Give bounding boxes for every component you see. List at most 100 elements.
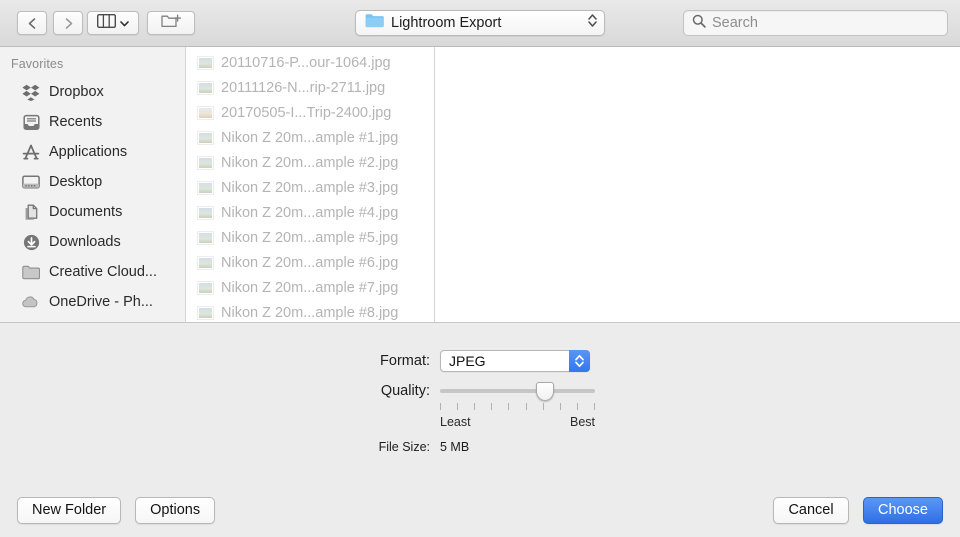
sidebar-item-label: Creative Cloud... (49, 264, 157, 280)
sidebar-item-downloads[interactable]: Downloads (0, 227, 185, 257)
list-item[interactable]: Nikon Z 20m...ample #3.jpg (186, 175, 434, 200)
dropbox-icon (22, 83, 40, 101)
sidebar-item-applications[interactable]: Applications (0, 137, 185, 167)
list-item[interactable]: Nikon Z 20m...ample #5.jpg (186, 225, 434, 250)
filesize-label: File Size: (378, 440, 430, 454)
new-folder-button[interactable]: New Folder (17, 496, 122, 524)
documents-icon (22, 203, 40, 221)
format-row: Format: JPEG (0, 350, 960, 372)
chevron-right-icon (63, 17, 74, 30)
desktop-icon (22, 173, 40, 191)
list-item[interactable]: 20110716-P...our-1064.jpg (186, 50, 434, 75)
search-input[interactable] (712, 15, 939, 31)
file-thumbnail (197, 130, 214, 145)
format-value: JPEG (449, 353, 486, 369)
filesize-row: File Size: 5 MB (0, 440, 960, 454)
slider-tick (440, 403, 441, 410)
format-label: Format: (380, 353, 430, 369)
file-thumbnail (197, 105, 214, 120)
sidebar-item-onedrive[interactable]: OneDrive - Ph... (0, 287, 185, 317)
file-thumbnail (197, 80, 214, 95)
blue-folder-icon (365, 13, 384, 33)
filesize-value: 5 MB (440, 440, 470, 454)
quality-least-label: Least (440, 415, 471, 429)
file-name: Nikon Z 20m...ample #4.jpg (221, 204, 399, 221)
list-item[interactable]: Nikon Z 20m...ample #4.jpg (186, 200, 434, 225)
save-dialog: Lightroom Export Favorites (0, 0, 960, 537)
browser-area: Favorites Dropbox Recents Applications D… (0, 47, 960, 322)
forward-button[interactable] (53, 11, 83, 35)
quality-slider[interactable] (440, 381, 595, 401)
chevron-left-icon (27, 17, 38, 30)
file-name: Nikon Z 20m...ample #2.jpg (221, 154, 399, 171)
back-button[interactable] (17, 11, 47, 35)
view-mode-button[interactable] (87, 11, 139, 35)
file-list-column[interactable]: 20110716-P...our-1064.jpg 20111126-N...r… (186, 47, 435, 322)
list-item[interactable]: Nikon Z 20m...ample #6.jpg (186, 250, 434, 275)
downloads-icon (22, 233, 40, 251)
search-icon (692, 14, 706, 33)
list-item[interactable]: 20170505-I...Trip-2400.jpg (186, 100, 434, 125)
file-thumbnail (197, 55, 214, 70)
file-thumbnail (197, 155, 214, 170)
folder-plus-icon (161, 13, 182, 34)
folder-icon (22, 263, 40, 281)
file-thumbnail (197, 255, 214, 270)
sidebar-item-recents[interactable]: Recents (0, 107, 185, 137)
slider-end-labels: Least Best (440, 415, 595, 429)
updown-chevron-icon[interactable] (569, 350, 590, 372)
slider-tick (457, 403, 459, 410)
file-thumbnail (197, 180, 214, 195)
list-item[interactable]: Nikon Z 20m...ample #1.jpg (186, 125, 434, 150)
sidebar-item-documents[interactable]: Documents (0, 197, 185, 227)
file-name: Nikon Z 20m...ample #8.jpg (221, 304, 399, 321)
sidebar-item-label: Applications (49, 144, 128, 160)
slider-tick (508, 403, 510, 410)
sidebar-item-label: OneDrive - Ph... (49, 294, 153, 310)
sidebar-item-label: Recents (49, 114, 103, 130)
cancel-button[interactable]: Cancel (773, 496, 850, 524)
file-thumbnail (197, 230, 214, 245)
sidebar-item-dropbox[interactable]: Dropbox (0, 77, 185, 107)
choose-button[interactable]: Choose (863, 496, 943, 524)
slider-tick-marks (440, 403, 595, 410)
quality-row: Quality: (0, 381, 960, 401)
file-name: 20170505-I...Trip-2400.jpg (221, 104, 392, 121)
list-item[interactable]: 20111126-N...rip-2711.jpg (186, 75, 434, 100)
file-name: Nikon Z 20m...ample #6.jpg (221, 254, 399, 271)
file-name: 20110716-P...our-1064.jpg (221, 54, 391, 71)
quality-best-label: Best (569, 415, 595, 429)
list-item[interactable]: Nikon Z 20m...ample #2.jpg (186, 150, 434, 175)
column-view-icon (96, 13, 117, 33)
search-field[interactable] (683, 10, 948, 36)
sidebar-item-creative-cloud[interactable]: Creative Cloud... (0, 257, 185, 287)
file-name: Nikon Z 20m...ample #1.jpg (221, 129, 399, 146)
sidebar-section-favorites: Favorites (11, 57, 64, 71)
slider-tick (593, 403, 595, 410)
toolbar: Lightroom Export (0, 0, 960, 47)
file-name: Nikon Z 20m...ample #7.jpg (221, 279, 399, 296)
slider-thumb[interactable] (536, 382, 555, 401)
sidebar-item-desktop[interactable]: Desktop (0, 167, 185, 197)
new-folder-toolbar-button[interactable] (147, 11, 195, 35)
list-item[interactable]: Nikon Z 20m...ample #7.jpg (186, 275, 434, 300)
file-name: Nikon Z 20m...ample #3.jpg (221, 179, 399, 196)
slider-tick (559, 403, 561, 410)
sidebar-item-label: Documents (49, 204, 123, 220)
quality-label: Quality: (380, 383, 430, 399)
slider-tick (542, 403, 544, 410)
format-popup-button[interactable]: JPEG (440, 350, 590, 372)
list-item[interactable]: Nikon Z 20m...ample #8.jpg (186, 300, 434, 322)
file-name: 20111126-N...rip-2711.jpg (221, 79, 386, 96)
options-button[interactable]: Options (135, 496, 216, 524)
location-popup-button[interactable]: Lightroom Export (355, 10, 605, 36)
slider-tick (576, 403, 578, 410)
navigation-buttons (17, 11, 83, 35)
slider-track (440, 389, 595, 393)
updown-chevron-icon (587, 12, 598, 34)
applications-icon (22, 143, 40, 161)
dialog-button-bar: New Folder Options Cancel Choose (0, 483, 960, 537)
location-name: Lightroom Export (391, 15, 502, 31)
file-thumbnail (197, 305, 214, 320)
recents-icon (22, 113, 40, 131)
